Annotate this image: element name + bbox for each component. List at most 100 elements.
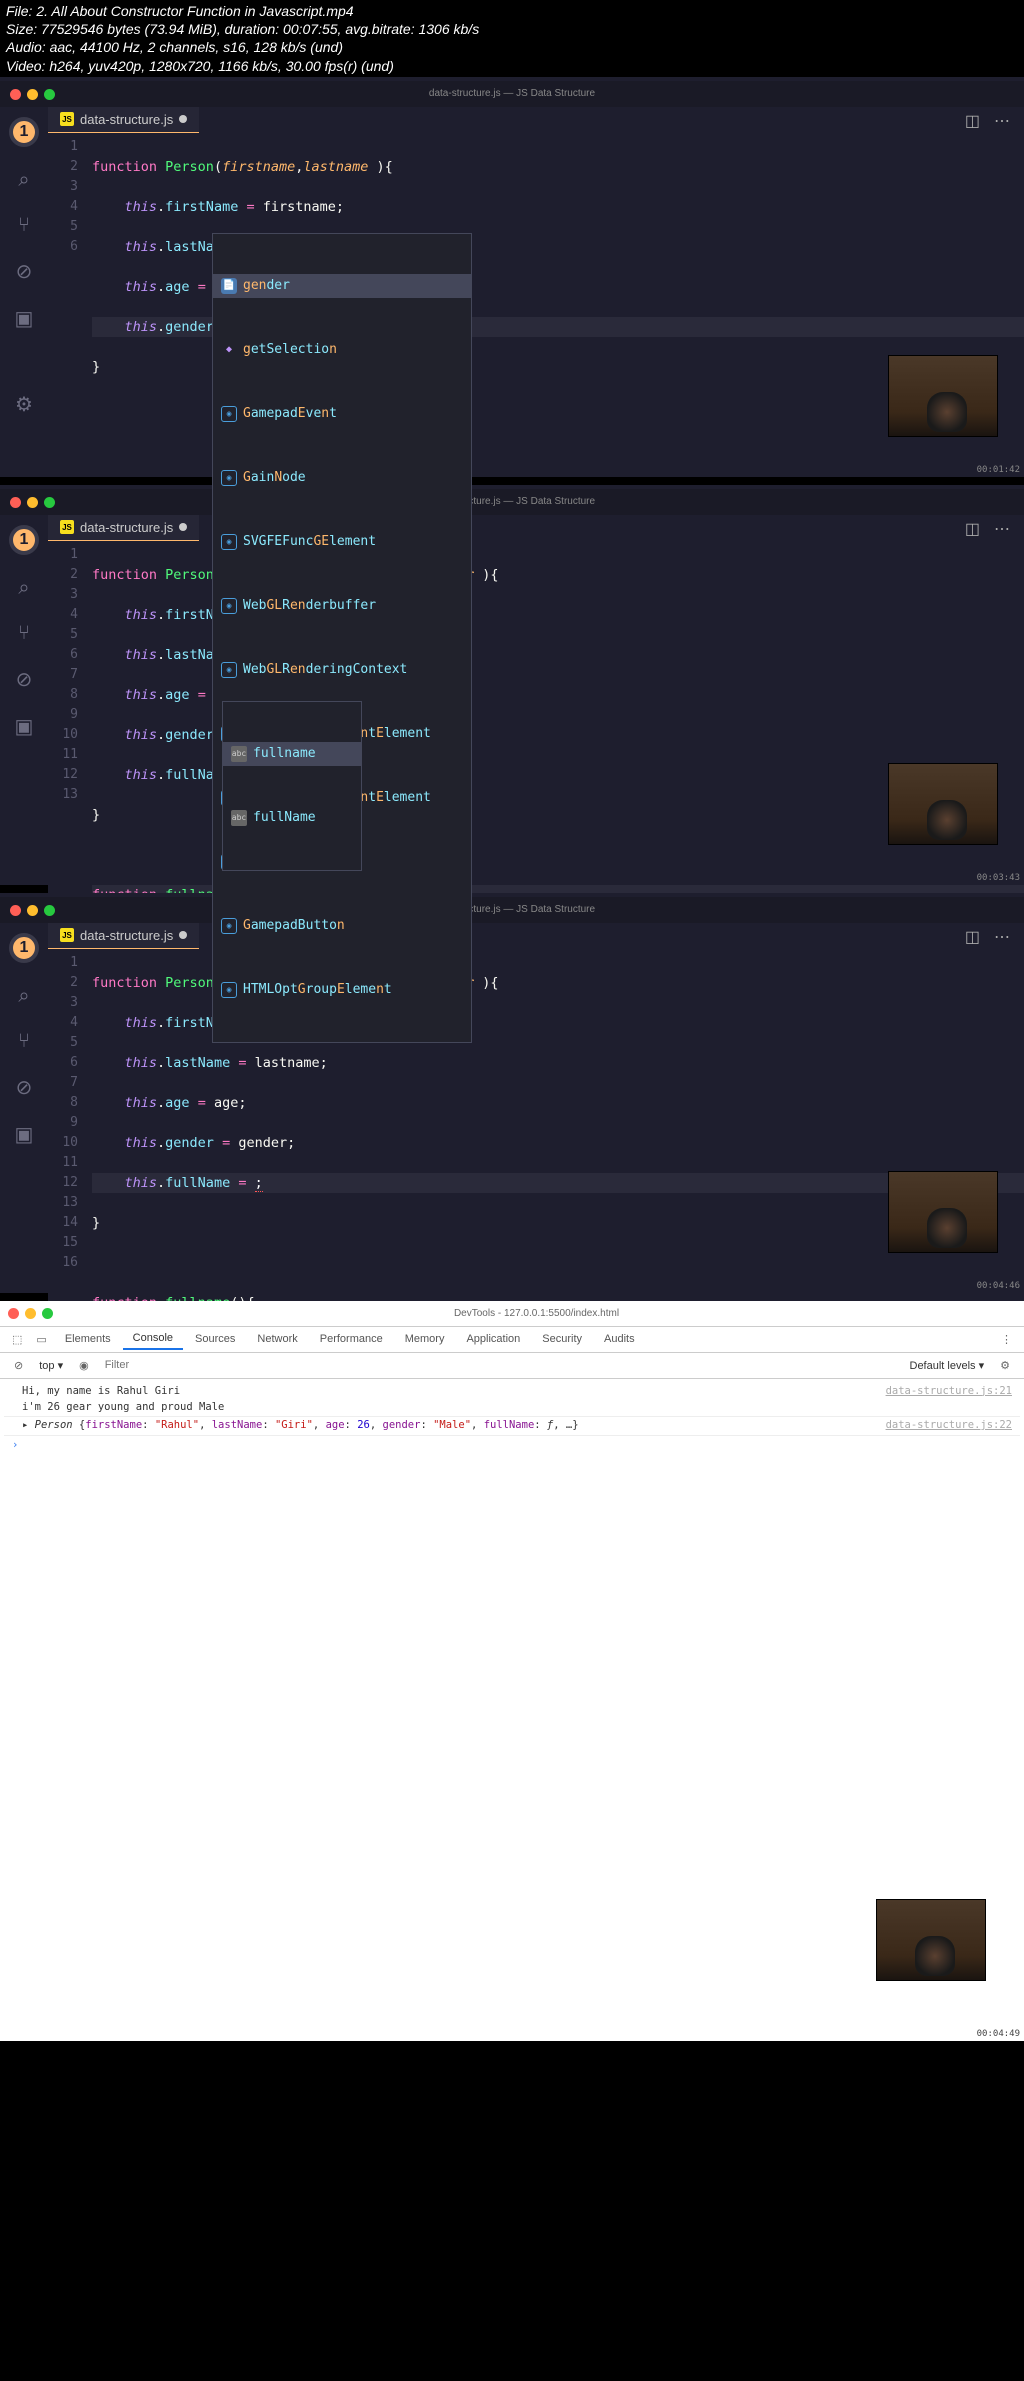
autocomplete-item[interactable]: ◉GainNode bbox=[213, 466, 471, 490]
autocomplete-item[interactable]: ◉SVGFEFuncGElement bbox=[213, 530, 471, 554]
tab-console[interactable]: Console bbox=[123, 1328, 183, 1350]
autocomplete-item[interactable]: ◉GamepadButton bbox=[213, 914, 471, 938]
suggestion-class-icon: ◉ bbox=[221, 918, 237, 934]
close-icon[interactable] bbox=[10, 89, 21, 100]
search-icon[interactable]: ⌕ bbox=[18, 577, 29, 600]
debug-icon[interactable]: ⊘ bbox=[16, 1075, 33, 1100]
explorer-badge[interactable]: 1 bbox=[9, 117, 39, 147]
meta-video: Video: h264, yuv420p, 1280x720, 1166 kb/… bbox=[6, 57, 1018, 75]
window-controls[interactable] bbox=[10, 497, 55, 508]
tab-audits[interactable]: Audits bbox=[594, 1329, 645, 1349]
clear-console-icon[interactable]: ⊘ bbox=[8, 1355, 29, 1376]
dirty-indicator-icon bbox=[179, 523, 187, 531]
source-control-icon[interactable]: ⑂ bbox=[18, 1030, 30, 1053]
console-log-entry: Hi, my name is Rahul Giri i'm 26 gear yo… bbox=[4, 1383, 1020, 1417]
autocomplete-item[interactable]: ◉HTMLOptGroupElement bbox=[213, 978, 471, 1002]
title-bar: data-structure.js — JS Data Structure bbox=[0, 897, 1024, 923]
search-icon[interactable]: ⌕ bbox=[18, 985, 29, 1008]
device-toggle-icon[interactable]: ▭ bbox=[30, 1329, 52, 1350]
source-control-icon[interactable]: ⑂ bbox=[18, 214, 30, 237]
minimize-icon[interactable] bbox=[27, 905, 38, 916]
maximize-icon[interactable] bbox=[42, 1308, 53, 1319]
debug-icon[interactable]: ⊘ bbox=[16, 667, 33, 692]
suggestion-class-icon: ◉ bbox=[221, 470, 237, 486]
extensions-icon[interactable]: ▣ bbox=[15, 714, 34, 739]
window-controls[interactable] bbox=[8, 1308, 53, 1319]
split-editor-icon[interactable]: ◫ bbox=[965, 927, 980, 947]
close-icon[interactable] bbox=[8, 1308, 19, 1319]
autocomplete-item[interactable]: ◉WebGLRenderbuffer bbox=[213, 594, 471, 618]
maximize-icon[interactable] bbox=[44, 905, 55, 916]
more-actions-icon[interactable]: ⋯ bbox=[994, 519, 1010, 539]
autocomplete-popup[interactable]: abcfullname abcfullName bbox=[222, 701, 362, 871]
tab-elements[interactable]: Elements bbox=[55, 1329, 121, 1349]
js-file-icon: JS bbox=[60, 520, 74, 534]
context-selector[interactable]: top ▾ bbox=[39, 1359, 63, 1372]
log-levels-dropdown[interactable]: Default levels ▾ bbox=[910, 1359, 985, 1372]
log-source-link[interactable]: data-structure.js:21 bbox=[886, 1384, 1012, 1416]
tab-application[interactable]: Application bbox=[456, 1329, 530, 1349]
more-actions-icon[interactable]: ⋯ bbox=[994, 111, 1010, 131]
split-editor-icon[interactable]: ◫ bbox=[965, 519, 980, 539]
autocomplete-popup[interactable]: 📄gender ◆getSelection ◉GamepadEvent ◉Gai… bbox=[212, 233, 472, 1043]
title-bar: data-structure.js — JS Data Structure bbox=[0, 489, 1024, 515]
extensions-icon[interactable]: ▣ bbox=[15, 1122, 34, 1147]
console-output[interactable]: Hi, my name is Rahul Giri i'm 26 gear yo… bbox=[0, 1379, 1024, 1460]
file-tab[interactable]: JS data-structure.js bbox=[48, 107, 199, 133]
autocomplete-item[interactable]: abcfullname bbox=[223, 742, 361, 766]
tab-performance[interactable]: Performance bbox=[310, 1329, 393, 1349]
console-settings-gear-icon[interactable]: ⚙ bbox=[994, 1355, 1016, 1376]
filter-input[interactable] bbox=[105, 1359, 900, 1371]
more-actions-icon[interactable]: ⋯ bbox=[994, 927, 1010, 947]
console-prompt[interactable]: › bbox=[4, 1436, 1020, 1456]
tab-security[interactable]: Security bbox=[532, 1329, 592, 1349]
tab-filename: data-structure.js bbox=[80, 520, 173, 535]
devtools-menu-icon[interactable]: ⋮ bbox=[995, 1329, 1018, 1350]
tab-memory[interactable]: Memory bbox=[395, 1329, 455, 1349]
file-tab[interactable]: JS data-structure.js bbox=[48, 515, 199, 541]
minimize-icon[interactable] bbox=[25, 1308, 36, 1319]
console-toolbar: ⊘ top ▾ ◉ Default levels ▾ ⚙ bbox=[0, 1353, 1024, 1379]
window-controls[interactable] bbox=[10, 905, 55, 916]
maximize-icon[interactable] bbox=[44, 497, 55, 508]
autocomplete-item[interactable]: 📄gender bbox=[213, 274, 471, 298]
eye-icon[interactable]: ◉ bbox=[73, 1355, 95, 1376]
suggestion-text-icon: abc bbox=[231, 746, 247, 762]
editor-panel-1: data-structure.js — JS Data Structure JS… bbox=[0, 77, 1024, 477]
autocomplete-item[interactable]: ◉WebGLRenderingContext bbox=[213, 658, 471, 682]
expand-arrow-icon[interactable]: ▸ bbox=[22, 1419, 35, 1431]
explorer-badge[interactable]: 1 bbox=[9, 525, 39, 555]
settings-gear-icon[interactable]: ⚙ bbox=[15, 392, 33, 417]
meta-audio: Audio: aac, 44100 Hz, 2 channels, s16, 1… bbox=[6, 38, 1018, 56]
activity-bar: 1 ⌕ ⑂ ⊘ ▣ ⚙ bbox=[0, 107, 48, 477]
minimize-icon[interactable] bbox=[27, 89, 38, 100]
file-tab[interactable]: JS data-structure.js bbox=[48, 923, 199, 949]
explorer-badge[interactable]: 1 bbox=[9, 933, 39, 963]
close-icon[interactable] bbox=[10, 905, 21, 916]
tab-sources[interactable]: Sources bbox=[185, 1329, 245, 1349]
maximize-icon[interactable] bbox=[44, 89, 55, 100]
extensions-icon[interactable]: ▣ bbox=[15, 306, 34, 331]
split-editor-icon[interactable]: ◫ bbox=[965, 111, 980, 131]
dirty-indicator-icon bbox=[179, 931, 187, 939]
autocomplete-item[interactable]: abcfullName bbox=[223, 806, 361, 830]
devtools-tabs: ⬚ ▭ Elements Console Sources Network Per… bbox=[0, 1327, 1024, 1353]
close-icon[interactable] bbox=[10, 497, 21, 508]
window-controls[interactable] bbox=[10, 89, 55, 100]
source-control-icon[interactable]: ⑂ bbox=[18, 622, 30, 645]
search-icon[interactable]: ⌕ bbox=[18, 169, 29, 192]
autocomplete-item[interactable]: ◉GamepadEvent bbox=[213, 402, 471, 426]
tab-network[interactable]: Network bbox=[247, 1329, 307, 1349]
code-editor[interactable]: function Person(firstname,lastname ){ th… bbox=[92, 133, 1024, 473]
log-source-link[interactable]: data-structure.js:22 bbox=[886, 1418, 1012, 1434]
inspect-element-icon[interactable]: ⬚ bbox=[6, 1329, 28, 1350]
minimize-icon[interactable] bbox=[27, 497, 38, 508]
suggestion-method-icon: ◆ bbox=[221, 342, 237, 358]
webcam-overlay bbox=[888, 1171, 998, 1253]
debug-icon[interactable]: ⊘ bbox=[16, 259, 33, 284]
suggestion-class-icon: ◉ bbox=[221, 406, 237, 422]
file-metadata: File: 2. All About Constructor Function … bbox=[0, 0, 1024, 77]
tab-filename: data-structure.js bbox=[80, 928, 173, 943]
autocomplete-item[interactable]: ◆getSelection bbox=[213, 338, 471, 362]
suggestion-class-icon: ◉ bbox=[221, 982, 237, 998]
